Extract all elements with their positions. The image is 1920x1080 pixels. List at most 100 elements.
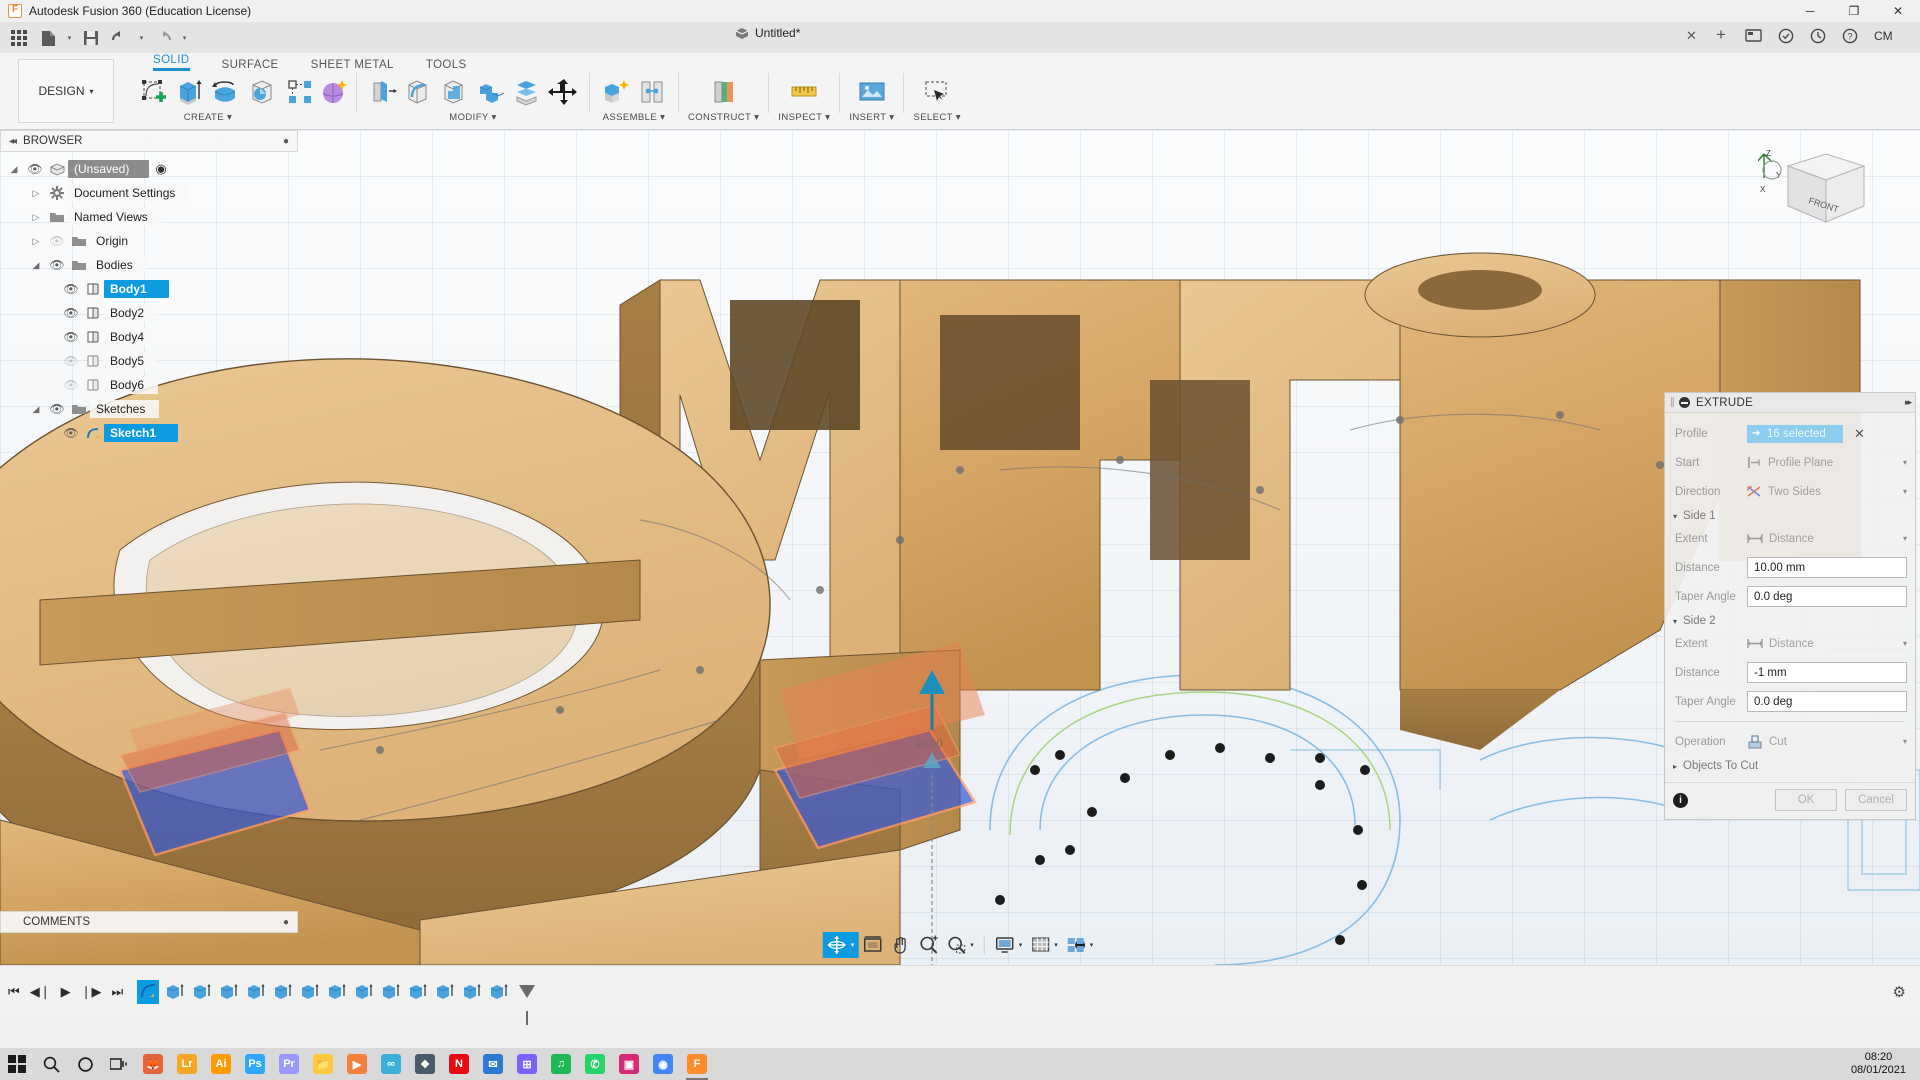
timeline-feature-3[interactable] [191,980,213,1004]
taskbar-app-netflix[interactable]: N [442,1048,476,1080]
visibility-icon[interactable]: 👁 [60,306,82,320]
timeline-feature-12[interactable] [434,980,456,1004]
tab-sheet-metal[interactable]: SHEET METAL [295,59,410,73]
timeline-feature-13[interactable] [461,980,483,1004]
notifications-icon[interactable] [1778,28,1794,44]
start-dropdown[interactable]: Profile Plane ▾ [1747,456,1907,469]
visibility-off-icon[interactable]: 👁 [60,378,82,392]
ok-button[interactable]: OK [1775,789,1837,811]
timeline-settings-icon[interactable]: ⚙ [1893,983,1906,1001]
new-tab-button[interactable]: + [1716,25,1726,45]
select-icon[interactable] [920,75,954,109]
visibility-icon[interactable]: 👁 [24,162,46,176]
extrude-icon[interactable] [173,75,207,109]
timeline-feature-14[interactable] [488,980,510,1004]
viewport-caret-icon[interactable]: ▾ [1090,941,1098,949]
workspace-switcher[interactable]: DESIGN ▾ [18,59,114,123]
objects-to-cut-section[interactable]: ▸ Objects To Cut [1665,756,1915,778]
extrude-dialog[interactable]: ∥ EXTRUDE ▸▸ Profile ➔ 16 selected ✕ Sta… [1664,392,1916,820]
taskbar-app-steam[interactable]: ❖ [408,1048,442,1080]
timeline-feature-4[interactable] [218,980,240,1004]
visibility-icon[interactable]: 👁 [46,402,68,416]
fillet-icon[interactable] [402,75,436,109]
expander-icon[interactable]: ▷ [26,188,46,199]
visibility-icon[interactable]: 👁 [60,426,82,440]
close-button[interactable]: ✕ [1876,0,1920,23]
ribbon-group-select-label[interactable]: SELECT ▾ [913,112,960,123]
pattern-icon[interactable] [283,75,317,109]
timeline-play-icon[interactable]: ▶ [61,984,71,1000]
side1-extent-dropdown[interactable]: Distance ▾ [1747,533,1907,545]
timeline-go-to-start-icon[interactable]: ⏮ [8,984,20,1000]
timeline-step-back-icon[interactable]: ◀❘ [30,984,51,1000]
tree-item-sketch1[interactable]: 👁 Sketch1 [0,421,300,445]
ribbon-group-construct-label[interactable]: CONSTRUCT ▾ [688,112,759,123]
task-view-icon[interactable] [102,1048,136,1080]
tree-item-document-settings[interactable]: ▷ Document Settings [0,181,300,205]
timeline-feature-1[interactable] [137,980,159,1004]
tree-item-body1[interactable]: 👁 Body1 [0,277,300,301]
file-caret-icon[interactable]: ▾ [64,26,75,50]
side1-section-header[interactable]: ▾ Side 1 [1665,506,1915,524]
visibility-off-icon[interactable]: 👁 [60,354,82,368]
create-form-icon[interactable] [317,75,351,109]
taskbar-app-photoshop[interactable]: Ps [238,1048,272,1080]
taskbar-app-chrome[interactable]: ◉ [646,1048,680,1080]
cancel-button[interactable]: Cancel [1845,789,1907,811]
shell-icon[interactable] [438,75,472,109]
split-body-icon[interactable] [510,75,544,109]
expander-icon[interactable]: ▷ [26,236,46,247]
redo-caret-icon[interactable]: ▾ [179,26,190,50]
job-status-icon[interactable] [1810,28,1826,44]
combine-icon[interactable] [474,75,508,109]
timeline-feature-9[interactable] [353,980,375,1004]
display-settings-icon[interactable] [991,932,1019,958]
tree-item-sketches[interactable]: ◢ 👁 Sketches [0,397,300,421]
timeline-feature-7[interactable] [299,980,321,1004]
help-icon[interactable]: ? [1842,28,1858,44]
timeline-marker[interactable] [519,985,535,998]
operation-dropdown[interactable]: Cut ▾ [1747,735,1907,749]
taskbar-app-instagram[interactable]: ▣ [612,1048,646,1080]
drag-grip-icon[interactable]: ∥ [1670,397,1675,408]
zoom-caret-icon[interactable]: ▾ [970,941,978,949]
extensions-icon[interactable] [1745,29,1762,43]
minimize-dialog-icon[interactable] [1679,397,1690,408]
activate-radio-icon[interactable]: ◉ [155,161,166,177]
side1-distance-input[interactable]: 10.00 mm [1747,557,1907,578]
revolve-icon[interactable] [209,75,243,109]
timeline-feature-5[interactable] [245,980,267,1004]
account-initials[interactable]: CM [1874,29,1893,43]
press-pull-icon[interactable] [366,75,400,109]
browser-collapse-icon[interactable]: ◂◂ [9,136,15,147]
info-icon[interactable]: i [1673,793,1688,808]
document-tab[interactable]: Untitled* [735,26,800,40]
taskbar-app-lightroom[interactable]: Lr [170,1048,204,1080]
visibility-icon[interactable]: 👁 [46,258,68,272]
taskbar-app-media-player[interactable]: ▶ [340,1048,374,1080]
tree-item-unsaved[interactable]: ◢ 👁 (Unsaved) ◉ [0,157,300,181]
tree-item-body5[interactable]: 👁 Body5 [0,349,300,373]
ribbon-group-assemble-label[interactable]: ASSEMBLE ▾ [603,112,666,123]
sweep-icon[interactable] [245,75,279,109]
side1-taper-input[interactable]: 0.0 deg [1747,586,1907,607]
timeline-feature-6[interactable] [272,980,294,1004]
create-sketch-icon[interactable] [137,75,171,109]
timeline-feature-2[interactable] [164,980,186,1004]
zoom-window-icon[interactable] [942,932,970,958]
cortana-icon[interactable] [68,1048,102,1080]
taskbar-app-premiere[interactable]: Pr [272,1048,306,1080]
ribbon-group-create-label[interactable]: CREATE ▾ [184,112,232,123]
measure-icon[interactable] [787,75,821,109]
browser-header[interactable]: ◂◂ BROWSER ● [0,130,298,152]
timeline-step-forward-icon[interactable]: ❘▶ [81,984,102,1000]
timeline-feature-11[interactable] [407,980,429,1004]
undo-icon[interactable] [107,26,133,50]
ribbon-group-modify-label[interactable]: MODIFY ▾ [449,112,496,123]
viewport-layout-icon[interactable] [1062,932,1090,958]
taskbar-app-infinity-app[interactable]: ∞ [374,1048,408,1080]
view-cube[interactable]: FRONT Z Y X [1758,148,1868,248]
profile-clear-icon[interactable]: ✕ [1854,426,1865,442]
display-caret-icon[interactable]: ▾ [1019,941,1027,949]
side2-taper-input[interactable]: 0.0 deg [1747,691,1907,712]
